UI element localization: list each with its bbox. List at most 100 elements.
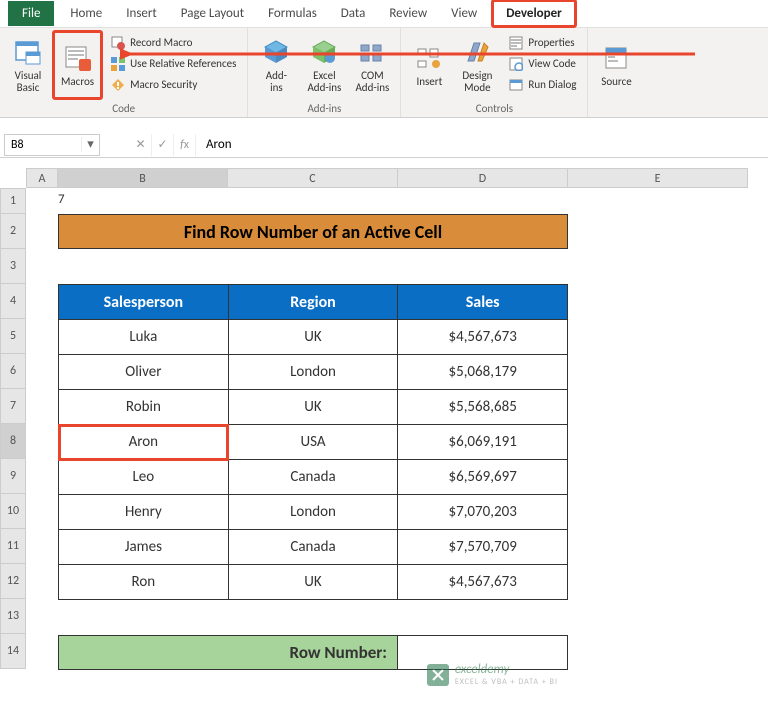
column-headers: A B C D E — [26, 168, 768, 188]
col-header-c[interactable]: C — [228, 168, 398, 188]
table-row: AronUSA$6,069,191 — [59, 425, 568, 460]
insert-control-label: Insert — [416, 76, 442, 88]
group-controls-label: Controls — [405, 100, 583, 119]
com-addins-icon — [356, 36, 388, 68]
row-header-3[interactable]: 3 — [0, 249, 26, 284]
row-header-2[interactable]: 2 — [0, 214, 26, 249]
row-header-6[interactable]: 6 — [0, 354, 26, 389]
row-header-5[interactable]: 5 — [0, 319, 26, 354]
tab-home[interactable]: Home — [58, 2, 114, 25]
enter-formula-icon[interactable]: ✓ — [152, 134, 174, 156]
record-macro-label: Record Macro — [130, 36, 192, 49]
properties-icon — [508, 35, 524, 51]
record-macro-icon — [110, 35, 126, 51]
design-mode-button[interactable]: Design Mode — [453, 30, 501, 100]
excel-addins-icon — [308, 36, 340, 68]
group-code: Visual Basic Macros Record Macro Use Rel… — [0, 28, 248, 117]
watermark-icon — [427, 664, 449, 686]
macro-security-icon — [110, 77, 126, 93]
visual-basic-icon — [12, 36, 44, 68]
group-addins-label: Add-ins — [252, 100, 396, 119]
group-addins: Add- ins Excel Add-ins COM Add-ins Add-i… — [248, 28, 401, 117]
addins-label: Add- ins — [266, 70, 287, 94]
header-sales: Sales — [398, 285, 568, 320]
group-xml: Source — [588, 28, 644, 117]
row-headers: 1 2 3 4 5 6 7 8 9 10 11 12 13 14 — [0, 188, 26, 669]
row-header-14[interactable]: 14 — [0, 634, 26, 669]
name-box-dropdown-icon[interactable]: ▾ — [81, 137, 99, 152]
cell-a1[interactable]: 7 — [58, 192, 65, 207]
macro-security-label: Macro Security — [130, 78, 197, 91]
insert-control-icon — [413, 42, 445, 74]
source-button[interactable]: Source — [592, 30, 640, 100]
col-header-a[interactable]: A — [26, 168, 58, 188]
addins-button[interactable]: Add- ins — [252, 30, 300, 100]
view-code-icon — [508, 56, 524, 72]
source-icon — [600, 42, 632, 74]
tab-developer[interactable]: Developer — [491, 0, 577, 28]
formula-input[interactable] — [196, 134, 768, 156]
macro-security-button[interactable]: Macro Security — [107, 74, 239, 95]
run-dialog-icon — [508, 77, 524, 93]
addins-icon — [260, 36, 292, 68]
design-mode-icon — [461, 36, 493, 68]
insert-function-icon[interactable]: fx — [174, 134, 196, 156]
tab-review[interactable]: Review — [377, 2, 439, 25]
row-number-label: Row Number: — [58, 635, 398, 670]
com-addins-label: COM Add-ins — [355, 70, 389, 94]
row-header-11[interactable]: 11 — [0, 529, 26, 564]
name-box[interactable]: ▾ — [4, 134, 100, 156]
title-banner: Find Row Number of an Active Cell — [58, 214, 568, 249]
design-mode-label: Design Mode — [462, 70, 492, 94]
com-addins-button[interactable]: COM Add-ins — [348, 30, 396, 100]
tab-page-layout[interactable]: Page Layout — [169, 2, 256, 25]
table-row: OliverLondon$5,068,179 — [59, 355, 568, 390]
run-dialog-label: Run Dialog — [528, 78, 576, 91]
group-code-label: Code — [4, 100, 243, 119]
record-macro-button[interactable]: Record Macro — [107, 32, 239, 53]
use-relative-references-label: Use Relative References — [130, 57, 236, 70]
active-cell[interactable]: Aron — [59, 425, 229, 460]
row-header-8[interactable]: 8 — [0, 424, 26, 459]
header-salesperson: Salesperson — [59, 285, 229, 320]
tab-formulas[interactable]: Formulas — [256, 2, 329, 25]
table-row: RobinUK$5,568,685 — [59, 390, 568, 425]
cancel-formula-icon[interactable]: ✕ — [130, 134, 152, 156]
properties-label: Properties — [528, 36, 574, 49]
watermark-sub: EXCEL & VBA + DATA + BI — [455, 677, 558, 687]
col-header-e[interactable]: E — [568, 168, 748, 188]
tab-file[interactable]: File — [8, 1, 54, 26]
row-header-4[interactable]: 4 — [0, 284, 26, 319]
excel-addins-button[interactable]: Excel Add-ins — [300, 30, 348, 100]
name-box-input[interactable] — [5, 138, 81, 152]
source-label: Source — [601, 76, 631, 88]
col-header-d[interactable]: D — [398, 168, 568, 188]
row-header-1[interactable]: 1 — [0, 188, 26, 214]
header-region: Region — [228, 285, 398, 320]
col-header-b[interactable]: B — [58, 168, 228, 188]
data-table: Salesperson Region Sales LukaUK$4,567,67… — [58, 284, 568, 600]
view-code-button[interactable]: View Code — [505, 53, 579, 74]
use-relative-references-button[interactable]: Use Relative References — [107, 53, 239, 74]
row-header-7[interactable]: 7 — [0, 389, 26, 424]
row-header-12[interactable]: 12 — [0, 564, 26, 599]
ribbon-tabs: File Home Insert Page Layout Formulas Da… — [0, 0, 768, 28]
worksheet-grid: A B C D E 1 2 3 4 5 6 7 8 9 10 11 12 13 … — [0, 168, 768, 188]
excel-addins-label: Excel Add-ins — [307, 70, 341, 94]
row-header-13[interactable]: 13 — [0, 599, 26, 634]
table-row: HenryLondon$7,070,203 — [59, 495, 568, 530]
relative-references-icon — [110, 56, 126, 72]
row-header-10[interactable]: 10 — [0, 494, 26, 529]
table-row: RonUK$4,567,673 — [59, 565, 568, 600]
tab-insert[interactable]: Insert — [114, 2, 169, 25]
table-row: LeoCanada$6,569,697 — [59, 460, 568, 495]
row-header-9[interactable]: 9 — [0, 459, 26, 494]
properties-button[interactable]: Properties — [505, 32, 579, 53]
tab-view[interactable]: View — [439, 2, 489, 25]
insert-control-button[interactable]: Insert — [405, 30, 453, 100]
visual-basic-button[interactable]: Visual Basic — [4, 30, 52, 100]
run-dialog-button[interactable]: Run Dialog — [505, 74, 579, 95]
macros-button[interactable]: Macros — [52, 30, 103, 100]
tab-data[interactable]: Data — [329, 2, 378, 25]
visual-basic-label: Visual Basic — [15, 70, 42, 94]
